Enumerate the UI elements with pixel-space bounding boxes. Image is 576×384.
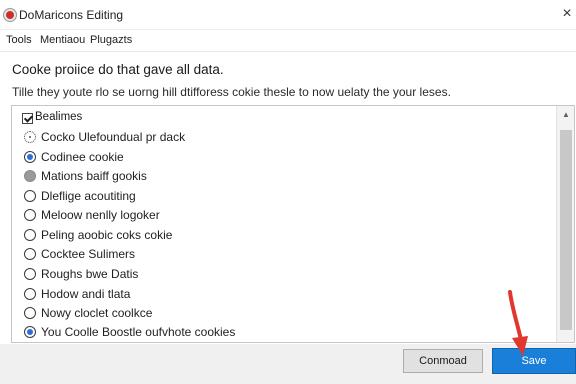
option-label: Nowy cloclet coolkce [41,306,153,320]
app-logo-icon [4,9,16,21]
option-label: Roughs bwe Datis [41,267,139,281]
list-item[interactable]: Cocktee Sulimers [12,244,552,264]
option-label: Peling aoobic coks cokie [41,228,173,242]
list-item[interactable]: Hodow andi tlata [12,284,552,304]
list-item[interactable]: Roughs bwe Datis [12,264,552,284]
list-item[interactable]: Codinee cookie [12,147,552,167]
page-description: Tille they youte rlo se uorng hill dtiff… [12,85,451,99]
option-label: Codinee cookie [41,150,124,164]
list-item[interactable]: Meloow nenlly logoker [12,205,552,225]
vertical-scrollbar[interactable]: ▲ [556,106,574,342]
list-item[interactable]: Dleflige acoutiting [12,186,552,206]
option-radio[interactable] [24,326,36,338]
menu-bar: Tools Mentiaou Plugazts [0,30,576,52]
option-radio[interactable] [24,229,36,241]
scroll-up-icon[interactable]: ▲ [560,110,572,120]
close-icon[interactable]: × [560,6,574,22]
list-item[interactable]: Nowy cloclet coolkce [12,303,552,323]
option-radio[interactable] [24,190,36,202]
option-label: Dleflige acoutiting [41,189,136,203]
list-header[interactable]: Bealimes [12,108,552,128]
option-label: Hodow andi tlata [41,287,131,301]
option-radio[interactable] [24,170,36,182]
option-radio[interactable] [24,288,36,300]
window-title: DoMaricons Editing [19,8,124,22]
option-radio[interactable] [24,209,36,221]
option-radio[interactable] [24,268,36,280]
option-label: You Coolle Boostle oufvhote cookies [41,325,236,339]
title-bar: DoMaricons Editing × [0,0,576,30]
page-heading: Cooke proiice do that gave all data. [12,62,224,77]
option-radio[interactable] [24,248,36,260]
menu-tools[interactable]: Tools [6,34,32,46]
option-label: Cocktee Sulimers [41,247,136,261]
menu-plugins[interactable]: Plugazts [90,34,132,46]
list-item[interactable]: Mations baiff gookis [12,166,552,186]
list-item[interactable]: Cocko Ulefoundual pr dack [12,127,552,147]
list-item[interactable]: You Coolle Boostle oufvhote cookies [12,322,552,342]
list-header-label: Bealimes [35,111,83,123]
cancel-button[interactable]: Conmoad [403,349,483,373]
option-label: Mations baiff gookis [41,169,147,183]
option-radio[interactable] [24,307,36,319]
option-radio[interactable] [24,151,36,163]
select-all-checkbox[interactable] [22,113,33,124]
option-label: Meloow nenlly logoker [41,208,160,222]
option-label: Cocko Ulefoundual pr dack [41,130,186,144]
red-arrow-icon [508,290,528,356]
scroll-thumb[interactable] [560,130,572,330]
list-item[interactable]: Peling aoobic coks cokie [12,225,552,245]
menu-mentions[interactable]: Mentiaou [40,34,85,46]
option-radio[interactable] [24,131,36,143]
